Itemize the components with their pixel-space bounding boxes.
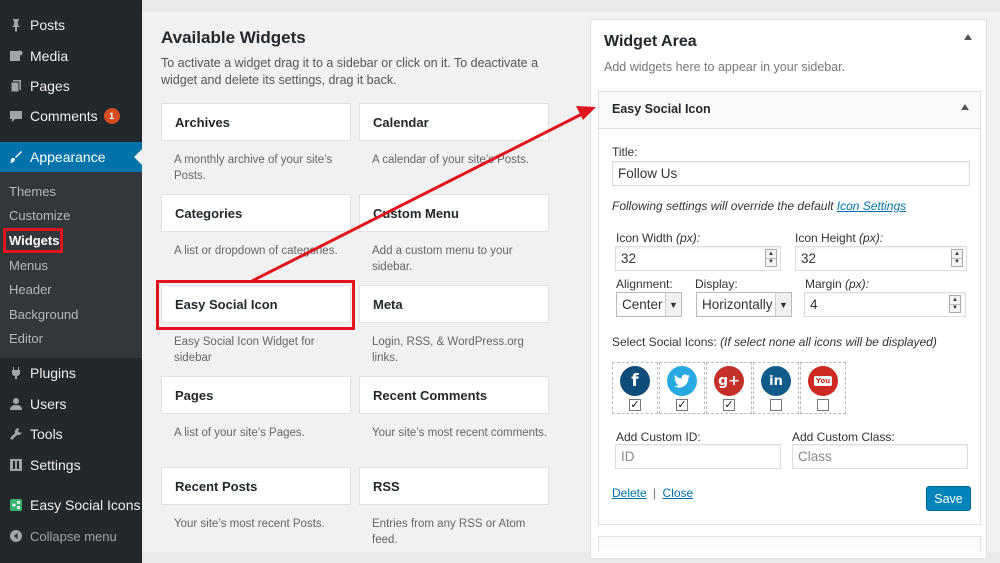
annotation-arrow [251,106,596,283]
arrow-head [576,106,596,120]
arrow-line [251,112,583,283]
